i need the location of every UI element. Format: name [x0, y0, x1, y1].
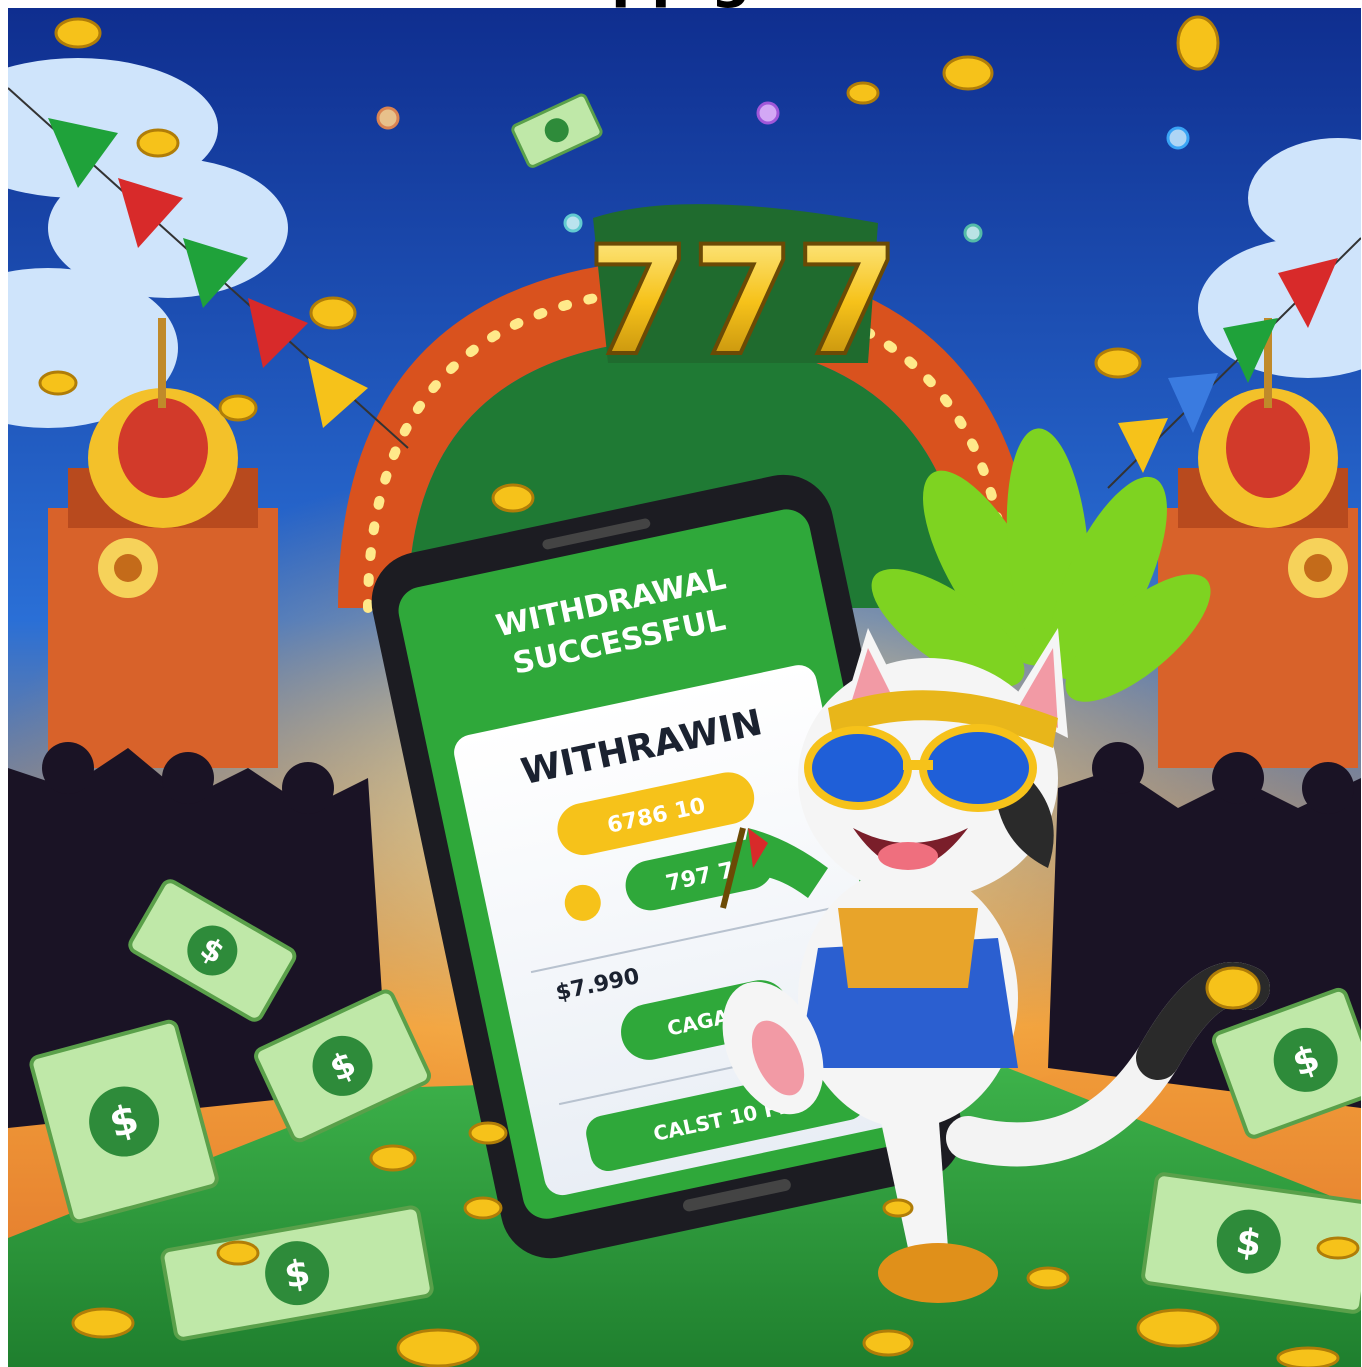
firework-blue — [1166, 126, 1190, 150]
firework-orange — [376, 106, 400, 130]
firework-purple — [756, 101, 780, 125]
jackpot-777-text: 777 — [586, 215, 899, 389]
promo-illustration: 777 WITHDRAWAL SUCCESSFUL WITHRAWIN 6786… — [8, 8, 1361, 1367]
jackpot-777-sign: 777 — [584, 204, 902, 391]
firework-teal — [963, 223, 983, 243]
firework-cyan — [563, 213, 583, 233]
sandal-icon — [878, 1243, 998, 1303]
cropped-title-text: pp g — [0, 0, 1362, 8]
